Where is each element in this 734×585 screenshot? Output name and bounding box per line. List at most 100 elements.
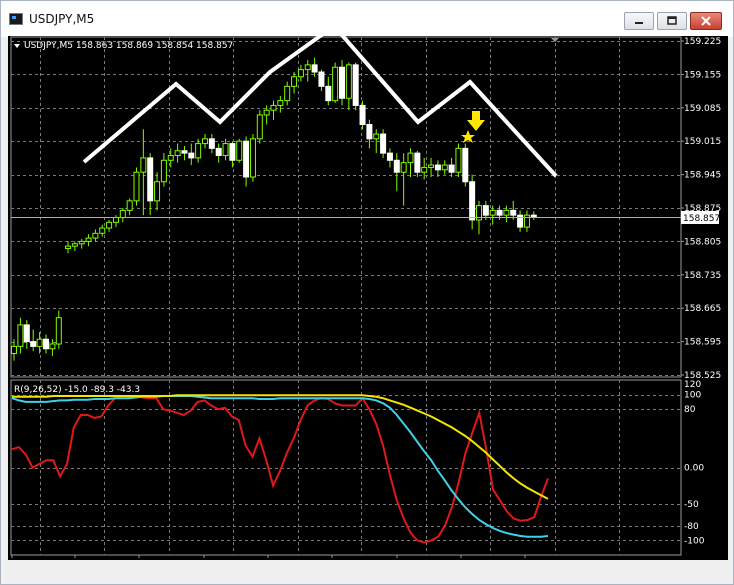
candle-body [462, 147, 469, 183]
candle-body [311, 64, 318, 73]
candle-body [23, 324, 30, 343]
candle-body [188, 152, 195, 159]
candle-body [92, 232, 99, 239]
indicator-tick-label: 100 [684, 391, 701, 401]
candle-body [318, 71, 325, 87]
candle-body [393, 159, 400, 173]
price-tick-label: 158.595 [684, 338, 721, 348]
candle-body [407, 152, 414, 164]
indicator-series-line [11, 394, 549, 544]
minimize-icon [635, 22, 643, 24]
price-tick-label: 158.735 [684, 271, 721, 281]
candle-body [345, 64, 352, 99]
indicator-tick-label: -100 [684, 536, 705, 546]
candle-body [181, 150, 188, 154]
candle-body [99, 227, 106, 234]
candle-body [448, 164, 455, 173]
candle-body [208, 138, 215, 149]
candle-body [277, 100, 284, 106]
close-button[interactable] [690, 12, 722, 30]
candle-body [428, 164, 435, 168]
candle-body [229, 143, 236, 161]
candle-body [339, 66, 345, 99]
candle-body [359, 104, 366, 125]
candle-body [119, 209, 126, 219]
candle-body [297, 69, 304, 78]
candle-body [332, 66, 339, 102]
candle-body [55, 317, 62, 345]
candle-body [400, 162, 407, 173]
indicator-tick-label: 0.00 [684, 464, 704, 474]
price-tick-label: 159.155 [684, 70, 721, 80]
candle-body [482, 205, 489, 216]
candle-body [366, 124, 373, 140]
indicator-header: R(9,26,52) -15.0 -89.3 -43.3 [14, 385, 140, 395]
candle-body [380, 133, 387, 154]
candle-body [325, 85, 332, 102]
candle-body [291, 76, 298, 87]
candle-body [352, 64, 359, 106]
indicator-tick-label: -50 [684, 500, 699, 510]
zigzag-pattern-line [82, 36, 558, 178]
indicator-tick-label: 80 [684, 405, 696, 415]
candle-body [202, 138, 208, 145]
grid [11, 37, 681, 555]
minimize-button[interactable] [624, 12, 654, 30]
candle-body [30, 341, 37, 347]
current-price-label: 158.857 [683, 214, 720, 224]
close-icon [701, 16, 711, 26]
candle-body [195, 143, 202, 159]
chart-menu-icon[interactable] [14, 44, 20, 48]
indicator-tick-label: 120 [684, 380, 701, 390]
candle-body [517, 214, 524, 228]
price-tick-label: 159.225 [684, 37, 721, 47]
candle-body [489, 209, 496, 216]
candle-body [304, 64, 311, 71]
candle-body [65, 245, 71, 250]
candle-body [85, 237, 92, 242]
candle-body [256, 114, 263, 140]
candle-body [17, 324, 24, 347]
indicator-scale: 120100 80 0.00 -50 -80 -100 [684, 380, 705, 546]
title-bar[interactable]: USDJPY,M5 [1, 1, 733, 37]
candle-body [106, 221, 113, 229]
candle-body [236, 140, 243, 161]
candle-body [523, 214, 530, 228]
candle-body [455, 147, 462, 173]
restore-icon [667, 16, 677, 25]
restore-button[interactable] [657, 12, 687, 30]
candle-body [421, 166, 428, 173]
price-tick-label: 158.875 [684, 204, 721, 214]
candle-body [414, 152, 421, 173]
candle-body [503, 209, 510, 216]
price-tick-label: 158.665 [684, 304, 721, 314]
candle-body [140, 157, 147, 173]
candle-body [469, 181, 476, 221]
candle-body [154, 181, 161, 202]
candle-body [510, 209, 517, 216]
chart-area[interactable]: 158.857 159.225 159.155 159.085 159.015 158.… [8, 36, 728, 560]
candle-body [530, 214, 537, 218]
candle-body [160, 159, 167, 183]
candle-body [373, 133, 380, 140]
chart-window: USDJPY,M5 158.857 159.225 159.155 159.08… [0, 0, 734, 585]
candle-body [36, 338, 43, 347]
candle-body [215, 147, 222, 157]
candle-body [222, 143, 229, 157]
price-scale: 159.225 159.155 159.085 159.015 158.945 158.8… [681, 37, 721, 381]
candle-body [263, 109, 270, 116]
signal-markers [461, 111, 485, 143]
candle-body [133, 171, 140, 202]
chart-canvas[interactable]: 158.857 159.225 159.155 159.085 159.015 158.… [8, 36, 728, 560]
candle-body [243, 140, 250, 178]
candle-body [49, 343, 56, 350]
price-tick-label: 159.085 [684, 104, 721, 114]
candle-body [270, 104, 277, 111]
pattern-line [82, 36, 558, 178]
candle-body [71, 243, 78, 247]
candle-body [78, 240, 85, 245]
candle-body [126, 200, 133, 211]
candle-body [174, 150, 181, 157]
candle-body [284, 85, 291, 102]
price-tick-label: 158.945 [684, 171, 721, 181]
